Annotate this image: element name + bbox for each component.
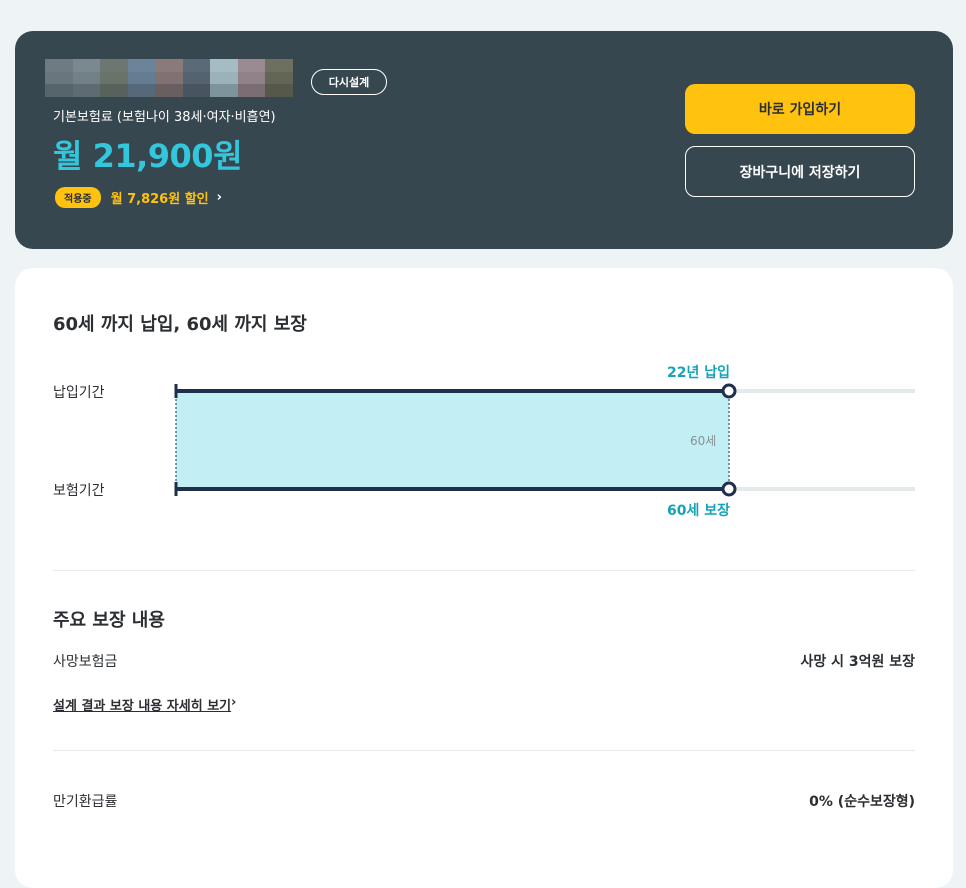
base-premium-label: 기본보험료 (보험나이 38세·여자·비흡연) (53, 110, 276, 125)
join-now-button[interactable]: 바로 가입하기 (685, 84, 915, 134)
redesign-button[interactable]: 다시설계 (311, 69, 387, 95)
coverage-end-marker (721, 481, 737, 497)
plan-details-card: 60세 까지 납입, 60세 까지 보장 납입기간 보험기간 22년 납입 60… (15, 268, 953, 888)
maturity-refund-value: 0% (순수보장형) (809, 794, 915, 810)
period-timeline-chart (174, 383, 915, 497)
main-coverage-title: 주요 보장 내용 (53, 610, 165, 631)
coverage-detail-link[interactable]: 설계 결과 보장 내용 자세히 보기 (53, 695, 231, 714)
discount-amount: 월 7,826원 할인 (110, 192, 209, 207)
divider (53, 570, 915, 571)
coverage-fill-area (176, 391, 729, 489)
end-age-label: 60세 (690, 434, 717, 448)
blurred-product-name (45, 59, 293, 98)
premium-summary-card: 다시설계 기본보험료 (보험나이 38세·여자·비흡연) 월 21,900원 적… (15, 31, 953, 249)
death-benefit-value: 사망 시 3억원 보장 (800, 654, 915, 670)
divider (53, 750, 915, 751)
death-benefit-label: 사망보험금 (53, 654, 118, 670)
payment-years-label: 22년 납입 (667, 365, 730, 381)
monthly-premium: 월 21,900원 (53, 137, 243, 175)
save-to-cart-button[interactable]: 장바구니에 저장하기 (685, 146, 915, 197)
maturity-refund-label: 만기환급률 (53, 794, 118, 810)
chevron-right-icon: › (216, 190, 222, 205)
payment-end-marker (721, 383, 737, 399)
coverage-end-label: 60세 보장 (667, 503, 730, 519)
discount-row[interactable]: 적용중 월 7,826원 할인 › (55, 187, 222, 208)
applied-badge: 적용중 (55, 187, 101, 208)
chevron-right-icon[interactable]: › (231, 695, 236, 710)
